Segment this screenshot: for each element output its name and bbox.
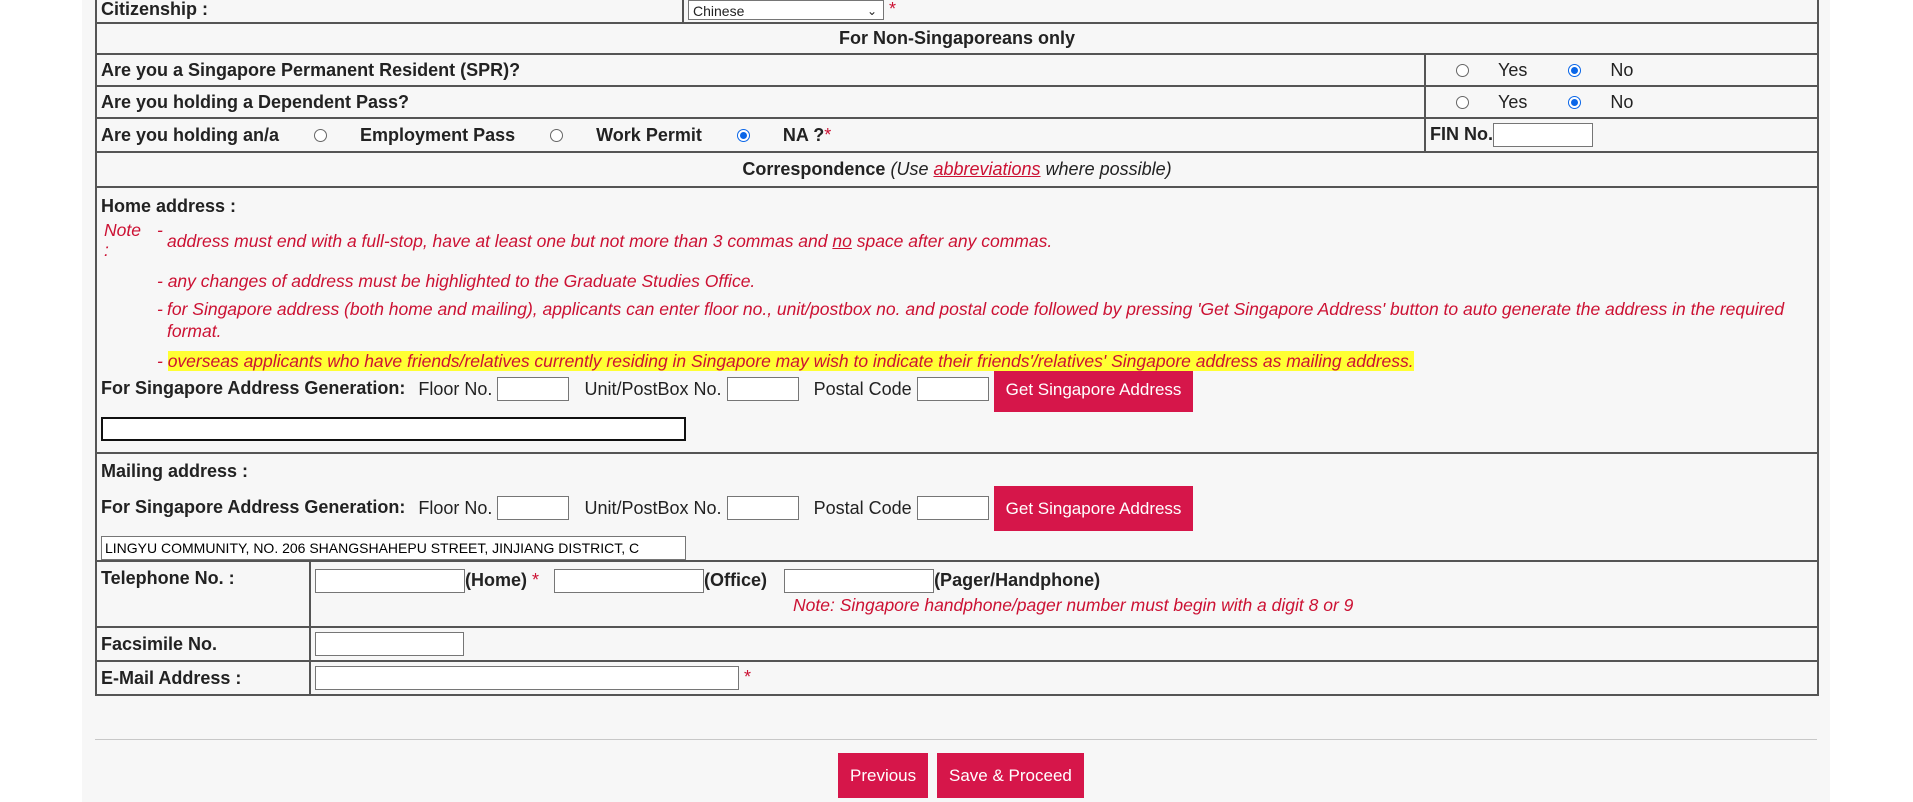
- na-label: NA ?: [782, 124, 825, 145]
- dp-yes-label: Yes: [1498, 91, 1528, 112]
- home-phone-input[interactable]: [315, 569, 465, 593]
- home-get-address-button[interactable]: Get Singapore Address: [993, 366, 1194, 412]
- spr-yes-label: Yes: [1498, 59, 1528, 80]
- note-dash: -: [157, 220, 163, 240]
- note1-underlined: no: [832, 231, 852, 251]
- mailing-floor-input[interactable]: [497, 496, 570, 521]
- dp-no-radio[interactable]: [1568, 96, 1582, 110]
- home-floor-input[interactable]: [497, 377, 570, 402]
- home-address-input[interactable]: [101, 417, 686, 441]
- dp-yes-radio[interactable]: [1456, 96, 1469, 110]
- application-form: Citizenship : Chinese ⌄ * For Non-Singap…: [95, 0, 1819, 696]
- office-phone-input[interactable]: [554, 569, 705, 593]
- note1-text-end: space after any commas.: [851, 231, 1053, 251]
- mailing-get-address-button[interactable]: Get Singapore Address: [993, 485, 1194, 531]
- correspondence-header: Correspondence (Use abbreviations where …: [95, 151, 1819, 188]
- home-address-block: Home address : Note : - address must end…: [95, 186, 1819, 454]
- floor-label: Floor No.: [418, 379, 493, 400]
- pager-label: (Pager/Handphone): [934, 569, 1101, 590]
- note-dash: -: [157, 351, 163, 371]
- required-marker: *: [744, 666, 752, 687]
- mailing-generation-row: For Singapore Address Generation: Floor …: [101, 484, 1813, 531]
- previous-button[interactable]: Previous: [838, 753, 929, 798]
- citizenship-label: Citizenship :: [101, 0, 208, 19]
- home-address-label: Home address :: [101, 196, 237, 216]
- mailing-postal-input[interactable]: [916, 496, 989, 521]
- correspondence-note-post: where possible): [1040, 159, 1172, 179]
- pager-input[interactable]: [784, 569, 935, 593]
- floor-label: Floor No.: [418, 498, 493, 519]
- generation-label: For Singapore Address Generation:: [101, 497, 406, 517]
- dp-no-label: No: [1610, 91, 1634, 112]
- work-permit-radio[interactable]: [550, 129, 564, 143]
- divider: [95, 739, 1817, 740]
- email-row: E-Mail Address : *: [95, 660, 1819, 696]
- telephone-label: Telephone No. :: [101, 568, 235, 588]
- citizenship-value: Chinese: [693, 3, 745, 19]
- note-item-2: - any changes of address must be highlig…: [157, 270, 1807, 292]
- note-item-4: - overseas applicants who have friends/r…: [157, 350, 1807, 372]
- fin-input[interactable]: [1493, 123, 1593, 147]
- holding-label: Are you holding an/a: [101, 124, 280, 145]
- home-postal-input[interactable]: [916, 377, 989, 402]
- correspondence-title: Correspondence: [742, 159, 886, 179]
- mailing-unit-input[interactable]: [726, 496, 799, 521]
- note-dash: -: [157, 271, 163, 291]
- holding-pass-row: Are you holding an/a Employment Pass Wor…: [95, 117, 1819, 153]
- note3-text: for Singapore address (both home and mai…: [167, 299, 1785, 341]
- email-label: E-Mail Address :: [101, 667, 242, 688]
- spr-question: Are you a Singapore Permanent Resident (…: [101, 59, 521, 80]
- mailing-address-label: Mailing address :: [101, 461, 249, 481]
- citizenship-row: Citizenship : Chinese ⌄ *: [95, 0, 1819, 24]
- fin-label: FIN No.: [1430, 123, 1493, 144]
- save-proceed-button[interactable]: Save & Proceed: [937, 753, 1084, 798]
- office-phone-label: (Office): [704, 569, 768, 590]
- fax-label: Facsimile No.: [101, 633, 218, 654]
- required-marker: *: [889, 0, 897, 19]
- mailing-address-input[interactable]: [101, 536, 686, 560]
- note2-text: any changes of address must be highlight…: [167, 271, 756, 291]
- home-unit-input[interactable]: [726, 377, 799, 402]
- note-label: Note :: [104, 220, 141, 260]
- postal-label: Postal Code: [813, 379, 912, 400]
- spr-row: Are you a Singapore Permanent Resident (…: [95, 53, 1819, 87]
- spr-yes-radio[interactable]: [1456, 64, 1469, 78]
- home-address-notes: Note : - address must end with a full-st…: [101, 220, 1813, 371]
- note-item-3: - for Singapore address (both home and ma…: [157, 298, 1807, 342]
- phone-note: Note: Singapore handphone/pager number m…: [793, 595, 1354, 615]
- abbreviations-link[interactable]: abbreviations: [933, 159, 1040, 179]
- non-sg-header: For Non-Singaporeans only: [838, 28, 1075, 48]
- note1-text: address must end with a full-stop, have …: [167, 231, 833, 251]
- note-dash: -: [157, 299, 163, 319]
- fax-row: Facsimile No.: [95, 626, 1819, 662]
- employment-pass-label: Employment Pass: [360, 124, 516, 145]
- citizenship-select[interactable]: Chinese ⌄: [688, 0, 884, 20]
- chevron-down-icon: ⌄: [866, 4, 877, 18]
- work-permit-label: Work Permit: [596, 124, 702, 145]
- unit-label: Unit/PostBox No.: [584, 379, 722, 400]
- telephone-row: Telephone No. : (Home) * (Office) (Pager…: [95, 560, 1819, 628]
- unit-label: Unit/PostBox No.: [584, 498, 722, 519]
- form-table: Citizenship : Chinese ⌄ * For Non-Singap…: [95, 0, 1819, 696]
- employment-pass-radio[interactable]: [314, 129, 328, 143]
- spr-no-radio[interactable]: [1568, 64, 1582, 78]
- correspondence-note-pre: (Use: [890, 159, 934, 179]
- note-item-1: address must end with a full-stop, have …: [167, 230, 1807, 252]
- email-input[interactable]: [315, 666, 739, 690]
- dependent-pass-row: Are you holding a Dependent Pass? Yes No: [95, 85, 1819, 119]
- spr-no-label: No: [1610, 59, 1634, 80]
- note4-text: overseas applicants who have friends/rel…: [167, 351, 1414, 371]
- na-radio[interactable]: [736, 129, 750, 143]
- dependent-pass-question: Are you holding a Dependent Pass?: [101, 91, 410, 112]
- required-marker: *: [824, 124, 832, 145]
- home-phone-label: (Home): [465, 569, 527, 590]
- generation-label: For Singapore Address Generation:: [101, 378, 406, 398]
- mailing-address-block: Mailing address : For Singapore Address …: [95, 452, 1819, 562]
- required-marker: *: [532, 569, 540, 590]
- fax-input[interactable]: [315, 632, 464, 656]
- postal-label: Postal Code: [813, 498, 912, 519]
